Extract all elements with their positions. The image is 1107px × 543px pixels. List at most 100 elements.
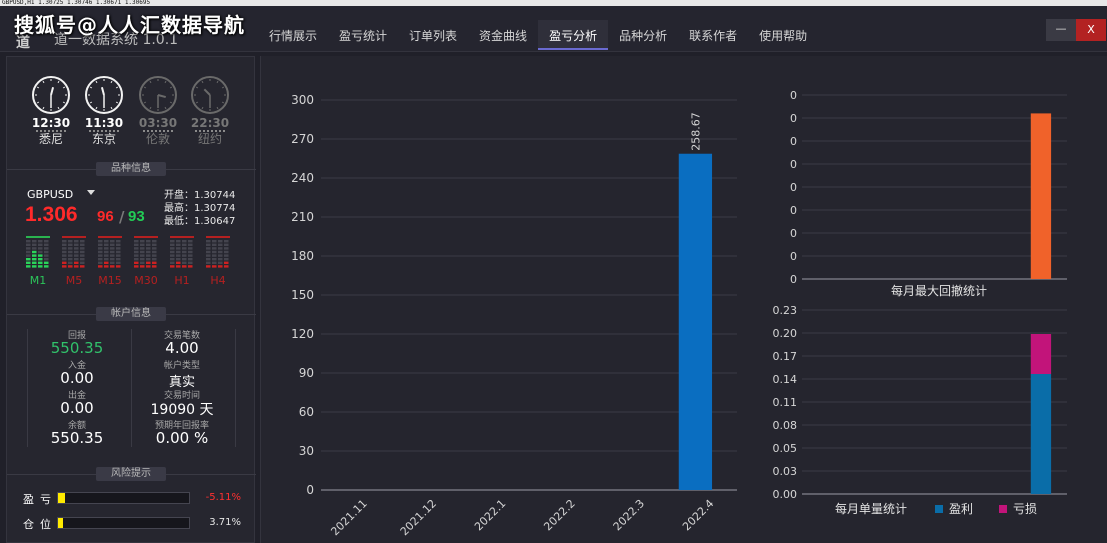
meter-cell [134, 265, 139, 268]
meter-cell [140, 261, 145, 264]
minimize-button[interactable]: — [1046, 19, 1076, 41]
tab-pnl-analysis[interactable]: 盈亏分析 [538, 20, 609, 50]
close-button[interactable]: X [1076, 19, 1106, 41]
tab-pnl-stats[interactable]: 盈亏统计 [328, 20, 398, 50]
meter-cell [134, 254, 139, 257]
tab-equity-curve[interactable]: 资金曲线 [468, 20, 538, 50]
loss-bar [1030, 334, 1052, 374]
meter-cell [26, 254, 31, 257]
meter-cell [68, 265, 73, 268]
meter-cell [104, 254, 109, 257]
tab-market[interactable]: 行情展示 [258, 20, 328, 50]
tab-orders[interactable]: 订单列表 [398, 20, 468, 50]
clock-tick [57, 80, 60, 84]
risk-bar-pnl [57, 492, 190, 504]
price-ask-tail: 93 [128, 208, 145, 225]
clock-tokyo: 11:30 东京 [82, 75, 126, 147]
meter-cell [188, 247, 193, 250]
tab-help[interactable]: 使用帮助 [748, 20, 818, 50]
meter-cell [188, 254, 193, 257]
meter-cell [62, 265, 67, 268]
clock-icon [85, 76, 123, 114]
meter-cell [104, 261, 109, 264]
meter-cell [188, 250, 193, 254]
meter-cell [74, 261, 79, 264]
chevron-down-icon[interactable] [87, 190, 95, 195]
drawdown-bar [1030, 113, 1052, 280]
section-account-info: 帐户信息 [7, 307, 256, 321]
meter-cell [38, 258, 43, 261]
clock-tick [89, 101, 93, 104]
meter-cell [134, 243, 139, 246]
meter-cell [224, 240, 229, 243]
meter-cell [68, 247, 73, 250]
meter-cell [218, 258, 223, 261]
meter-cell [176, 261, 181, 264]
bar-2022-4 [678, 153, 713, 490]
meter-cell [152, 265, 157, 268]
y-tick-label: 0 [790, 158, 797, 171]
meter-cell [140, 258, 145, 261]
meter-cell [44, 240, 49, 243]
y-tick-label: 0 [790, 89, 797, 102]
meter-cell [212, 258, 217, 261]
clock-icon [139, 76, 177, 114]
meter-cell [182, 250, 187, 254]
meter-cell [116, 243, 121, 246]
meter-cell [182, 247, 187, 250]
divider [235, 329, 236, 447]
section-title: 品种信息 [96, 162, 166, 176]
meter-cell [146, 243, 151, 246]
meter-cap [170, 236, 194, 238]
timeframe-label: H1 [174, 274, 190, 287]
clock-hour-hand [100, 87, 105, 96]
meter-cell [38, 254, 43, 257]
x-tick-label: 2022.3 [611, 497, 647, 533]
meter-cell [32, 247, 37, 250]
timeframe-meter-m15: M15 [98, 236, 122, 287]
y-tick-label: 0 [790, 250, 797, 263]
meter-cell [26, 265, 31, 268]
meter-cell [110, 250, 115, 254]
meter-cell [224, 265, 229, 268]
x-tick-label: 2021.11 [328, 497, 369, 538]
meter-cell [224, 250, 229, 254]
meter-cell [116, 261, 121, 264]
strength-bars [134, 236, 158, 268]
watermark: 搜狐号@人人汇数据导航 [14, 13, 245, 37]
meter-cell [152, 254, 157, 257]
meter-cell [110, 243, 115, 246]
account-balance-value: 550.35 [50, 429, 104, 447]
price-main: 1.306 [25, 203, 78, 226]
meter-cell [98, 265, 103, 268]
meter-cell [44, 258, 49, 261]
meter-cell [98, 254, 103, 257]
meter-cell [98, 250, 103, 254]
risk-value-pnl: -5.11% [205, 492, 241, 503]
meter-cell [134, 250, 139, 254]
legend-label-loss: 亏损 [1013, 502, 1037, 516]
meter-cell [206, 243, 211, 246]
meter-cell [104, 240, 109, 243]
clock-hour-hand [203, 88, 211, 96]
volume-chart-title: 每月单量统计 [835, 501, 907, 516]
clock-time: 11:30 [84, 116, 124, 130]
clock-time: 12:30 [31, 116, 71, 130]
meter-cell [26, 247, 31, 250]
clock-icon [191, 76, 229, 114]
timeframe-meter-h4: H4 [206, 236, 230, 287]
drawdown-chart-title: 每月最大回撤统计 [891, 283, 987, 298]
clock-london: 03:30 伦敦 [136, 75, 180, 147]
clock-tick [149, 106, 152, 110]
section-title: 风险提示 [96, 467, 166, 481]
meter-cell [206, 258, 211, 261]
tab-symbol-analysis[interactable]: 品种分析 [608, 20, 678, 50]
meter-cap [134, 236, 158, 238]
symbol-select[interactable]: GBPUSD [27, 188, 73, 201]
meter-cell [206, 261, 211, 264]
meter-cell [104, 250, 109, 254]
x-tick-label: 2021.12 [398, 497, 439, 538]
tab-contact[interactable]: 联系作者 [678, 20, 748, 50]
meter-cell [104, 247, 109, 250]
meter-cell [62, 261, 67, 264]
